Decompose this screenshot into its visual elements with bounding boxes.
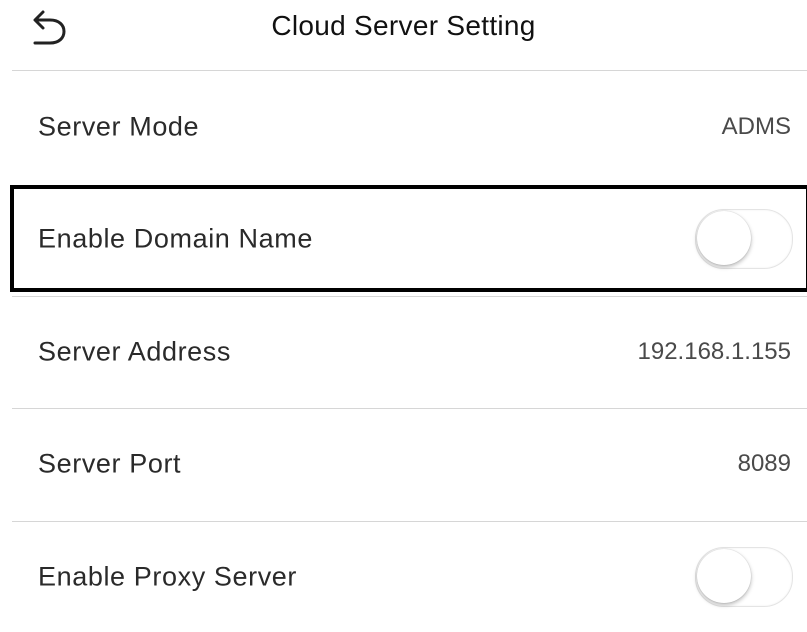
divider (12, 521, 807, 522)
server-port-value: 8089 (737, 450, 791, 477)
enable-proxy-server-row[interactable]: Enable Proxy Server (0, 526, 807, 628)
divider (12, 296, 807, 297)
server-mode-value: ADMS (721, 113, 791, 140)
enable-domain-name-label: Enable Domain Name (38, 223, 313, 254)
header-bar: Cloud Server Setting (0, 0, 807, 70)
toggle-knob (697, 211, 751, 265)
page-title: Cloud Server Setting (271, 10, 536, 41)
server-address-value: 192.168.1.155 (637, 338, 791, 365)
enable-proxy-server-label: Enable Proxy Server (38, 561, 298, 592)
divider (12, 408, 807, 409)
enable-domain-name-toggle[interactable] (695, 209, 793, 269)
enable-proxy-server-toggle[interactable] (695, 547, 793, 607)
server-port-row[interactable]: Server Port 8089 (0, 413, 807, 515)
toggle-knob (697, 549, 751, 603)
server-mode-label: Server Mode (38, 111, 200, 142)
server-port-label: Server Port (38, 448, 182, 479)
server-address-label: Server Address (38, 336, 231, 367)
server-mode-row[interactable]: Server Mode ADMS (0, 76, 807, 178)
enable-domain-name-row[interactable]: Enable Domain Name (0, 188, 807, 290)
server-address-row[interactable]: Server Address 192.168.1.155 (0, 301, 807, 403)
divider (12, 70, 807, 71)
